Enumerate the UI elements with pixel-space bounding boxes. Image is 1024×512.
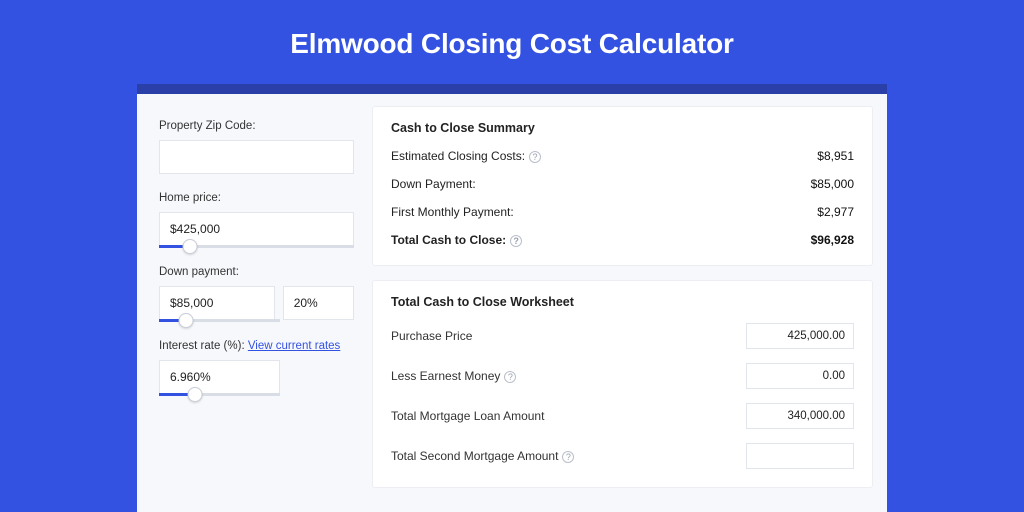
help-icon[interactable]: ? (510, 235, 522, 247)
summary-row-value: $8,951 (817, 149, 854, 163)
accent-bar (137, 84, 887, 94)
down-payment-field: Down payment: (159, 266, 354, 322)
summary-row-value: $85,000 (811, 177, 854, 191)
summary-row-label: Down Payment: (391, 177, 476, 191)
view-rates-link[interactable]: View current rates (248, 340, 340, 352)
interest-rate-field: Interest rate (%): View current rates (159, 340, 354, 396)
down-payment-percent-input[interactable] (283, 286, 354, 320)
interest-rate-slider[interactable] (159, 393, 280, 396)
zip-input[interactable] (159, 140, 354, 174)
calculator-frame: Property Zip Code: Home price: Down paym… (137, 94, 887, 512)
worksheet-row-input[interactable] (746, 323, 854, 349)
summary-row-label: Total Cash to Close:? (391, 233, 522, 247)
worksheet-row: Purchase Price (391, 323, 854, 349)
help-icon[interactable]: ? (504, 371, 516, 383)
inputs-panel: Property Zip Code: Home price: Down paym… (137, 94, 372, 512)
summary-row: Estimated Closing Costs:? $8,951 (391, 149, 854, 163)
summary-row-value: $96,928 (811, 233, 854, 247)
worksheet-row-label: Less Earnest Money? (391, 369, 516, 383)
zip-field: Property Zip Code: (159, 120, 354, 174)
worksheet-row: Less Earnest Money? (391, 363, 854, 389)
worksheet-row-label: Purchase Price (391, 329, 472, 343)
worksheet-row: Total Mortgage Loan Amount (391, 403, 854, 429)
interest-rate-slider-knob[interactable] (188, 387, 203, 402)
worksheet-heading: Total Cash to Close Worksheet (391, 295, 854, 309)
down-payment-amount-input[interactable] (159, 286, 275, 320)
help-icon[interactable]: ? (529, 151, 541, 163)
worksheet-row-label: Total Second Mortgage Amount? (391, 449, 574, 463)
cash-to-close-summary: Cash to Close Summary Estimated Closing … (372, 106, 873, 266)
zip-label: Property Zip Code: (159, 120, 354, 132)
summary-row-value: $2,977 (817, 205, 854, 219)
interest-rate-input[interactable] (159, 360, 280, 394)
summary-row-label: First Monthly Payment: (391, 205, 514, 219)
summary-heading: Cash to Close Summary (391, 121, 854, 135)
worksheet-row: Total Second Mortgage Amount? (391, 443, 854, 469)
page-title: Elmwood Closing Cost Calculator (0, 0, 1024, 84)
down-payment-slider-knob[interactable] (178, 313, 193, 328)
worksheet-panel: Total Cash to Close Worksheet Purchase P… (372, 280, 873, 488)
summary-row: First Monthly Payment: $2,977 (391, 205, 854, 219)
interest-rate-label-text: Interest rate (%): (159, 340, 245, 352)
help-icon[interactable]: ? (562, 451, 574, 463)
home-price-field: Home price: (159, 192, 354, 248)
summary-row: Total Cash to Close:? $96,928 (391, 233, 854, 247)
home-price-label: Home price: (159, 192, 354, 204)
worksheet-row-input[interactable] (746, 443, 854, 469)
home-price-slider-knob[interactable] (183, 239, 198, 254)
worksheet-row-input[interactable] (746, 363, 854, 389)
home-price-slider[interactable] (159, 245, 354, 248)
interest-rate-label: Interest rate (%): View current rates (159, 340, 354, 352)
down-payment-slider[interactable] (159, 319, 280, 322)
results-panel: Cash to Close Summary Estimated Closing … (372, 94, 887, 512)
worksheet-row-label: Total Mortgage Loan Amount (391, 409, 544, 423)
summary-row-label: Estimated Closing Costs:? (391, 149, 541, 163)
down-payment-label: Down payment: (159, 266, 354, 278)
worksheet-row-input[interactable] (746, 403, 854, 429)
summary-row: Down Payment: $85,000 (391, 177, 854, 191)
